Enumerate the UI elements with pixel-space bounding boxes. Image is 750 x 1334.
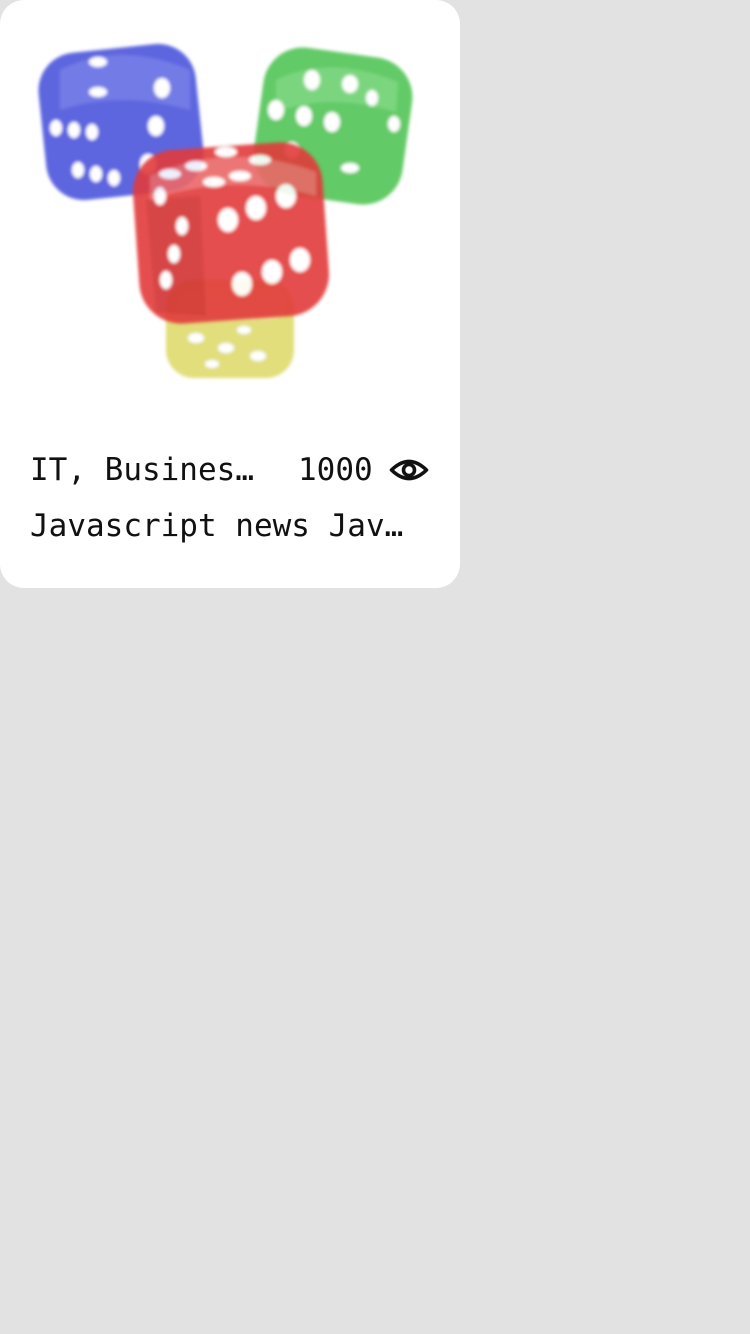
view-count: 1000 (298, 452, 373, 488)
article-meta-row: IT, Business, Technology 1000 (30, 446, 430, 494)
article-card[interactable]: IT, Business, Technology 1000 Javascript… (0, 0, 460, 588)
article-thumbnail (0, 0, 460, 420)
article-category: IT, Business, Technology (30, 452, 262, 488)
dice-image (38, 43, 413, 378)
article-title[interactable]: Javascript news Javascript news (30, 508, 418, 544)
eye-icon (389, 450, 429, 490)
